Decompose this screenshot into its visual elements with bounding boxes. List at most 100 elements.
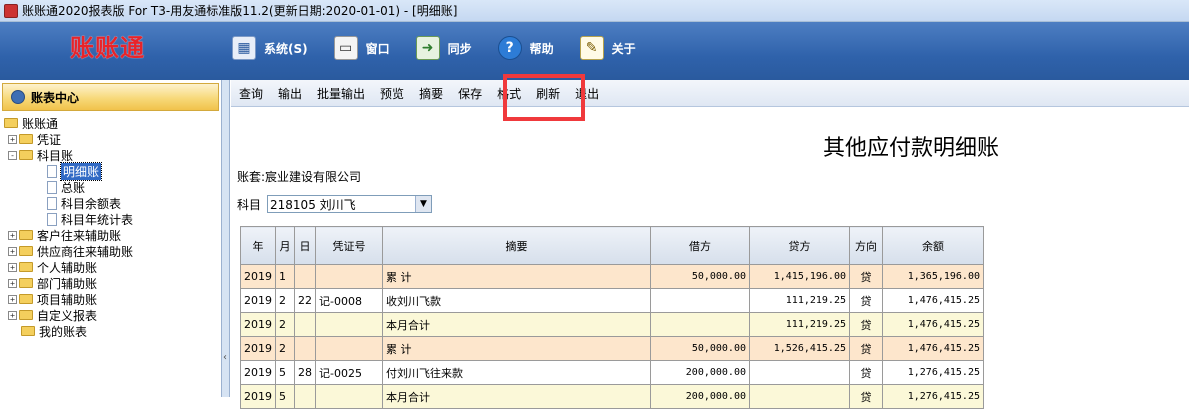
save-button[interactable]: 保存 (458, 85, 482, 102)
report-center-header: 账表中心 (2, 83, 219, 111)
table-row[interactable]: 2019 5 28 记-0025 付刘川飞往来款 200,000.00 贷 1,276,415… (240, 360, 984, 385)
tree-node-general[interactable]: 总账 (0, 179, 221, 195)
table-row[interactable]: 2019 2 累 计 50,000.00 1,526,415.25 贷 1,476,415.… (240, 336, 984, 361)
tree-label-yearly: 科目年统计表 (61, 212, 134, 227)
window-titlebar: 账账通2020报表版 For T3-用友通标准版11.2(更新日期:2020-0… (0, 0, 1189, 22)
expand-icon[interactable]: + (8, 262, 17, 272)
export-button[interactable]: 输出 (278, 85, 302, 102)
menu-system[interactable]: ▦ 系统(S) (232, 36, 308, 60)
preview-button[interactable]: 预览 (380, 85, 404, 102)
tree-node-detail[interactable]: 明细账 (0, 161, 221, 181)
main-menu: ▦ 系统(S) ▭ 窗口 ➜ 同步 ? 帮助 ✎ 关于 (232, 36, 662, 60)
tree-label-custom: 自定义报表 (37, 308, 98, 323)
expand-icon[interactable]: + (8, 230, 17, 240)
format-button[interactable]: 格式 (497, 85, 521, 102)
cell-year: 2019 (240, 264, 276, 289)
exit-button[interactable]: 退出 (575, 85, 599, 102)
cell-dir: 贷 (849, 264, 883, 289)
cell-voucher (315, 336, 383, 361)
folder-icon (19, 134, 33, 144)
tree-node-supplier[interactable]: + 供应商往来辅助账 (0, 243, 221, 259)
table-row[interactable]: 2019 2 本月合计 111,219.25 贷 1,476,415.25 (240, 312, 984, 337)
collapse-icon[interactable]: - (8, 150, 17, 160)
tree-node-department[interactable]: + 部门辅助账 (0, 275, 221, 291)
cell-year: 2019 (240, 336, 276, 361)
cell-dir: 贷 (849, 360, 883, 385)
header-direction: 方向 (849, 226, 883, 265)
expand-icon[interactable]: + (8, 310, 17, 320)
menu-sync[interactable]: ➜ 同步 (415, 36, 472, 60)
tree-node-personal[interactable]: + 个人辅助账 (0, 259, 221, 275)
menu-help-label: 帮助 (529, 41, 554, 56)
cell-year: 2019 (240, 288, 276, 313)
cell-day (294, 264, 316, 289)
cell-day: 22 (294, 288, 316, 313)
cell-balance: 1,365,196.00 (882, 264, 984, 289)
report-center-title: 账表中心 (31, 90, 80, 105)
tree-node-yearly[interactable]: 科目年统计表 (0, 211, 221, 227)
header-month: 月 (275, 226, 295, 265)
tree-node-root[interactable]: 账账通 (0, 115, 221, 131)
menu-sync-label: 同步 (447, 41, 472, 56)
tree-node-subject-ledger[interactable]: - 科目账 (0, 147, 221, 163)
cell-dir: 贷 (849, 312, 883, 337)
tree-label-customer: 客户往来辅助账 (37, 228, 122, 243)
tree-label-voucher: 凭证 (37, 132, 62, 147)
summary-button[interactable]: 摘要 (419, 85, 443, 102)
table-row[interactable]: 2019 1 累 计 50,000.00 1,415,196.00 贷 1,365,196.… (240, 264, 984, 289)
subject-select-value: 218105 刘川飞 (270, 197, 356, 212)
cell-dir: 贷 (849, 288, 883, 313)
account-label: 账套:宸业建设有限公司 (237, 170, 362, 184)
window-icon: ▭ (333, 36, 358, 60)
document-icon (47, 164, 57, 178)
collapse-arrow-icon[interactable]: ‹ (223, 352, 227, 363)
cell-voucher (315, 264, 383, 289)
system-icon: ▦ (232, 36, 256, 60)
cell-credit: 1,526,415.25 (749, 336, 850, 361)
cell-debit (650, 288, 750, 313)
cell-summary: 收刘川飞款 (382, 288, 651, 313)
ledger-table: 年 月 日 凭证号 摘要 借方 贷方 方向 余额 2019 1 累 计 50,000.… (240, 226, 984, 409)
report-center-panel: 账表中心 账账通 + 凭证 - 科目账 明细账 总账 科目余额表 科目年统计表 … (0, 80, 222, 397)
header-balance: 余额 (882, 226, 984, 265)
subject-label: 科目 (237, 197, 262, 212)
tree-node-balance[interactable]: 科目余额表 (0, 195, 221, 211)
subject-row: 科目 218105 刘川飞 ▼ (237, 195, 433, 213)
cell-voucher (315, 312, 383, 337)
expand-icon[interactable]: + (8, 246, 17, 256)
cell-month: 2 (275, 288, 295, 313)
menu-window[interactable]: ▭ 窗口 (333, 36, 390, 60)
dropdown-arrow-icon[interactable]: ▼ (415, 196, 432, 212)
menu-help[interactable]: ? 帮助 (497, 36, 554, 60)
tree-node-voucher[interactable]: + 凭证 (0, 131, 221, 147)
header-day: 日 (294, 226, 316, 265)
folder-icon (19, 246, 33, 256)
app-logo: 账账通 (70, 34, 145, 62)
report-toolbar: 查询 输出 批量输出 预览 摘要 保存 格式 刷新 退出 (231, 74, 1189, 121)
cell-summary: 累 计 (382, 264, 651, 289)
tree-node-customer[interactable]: + 客户往来辅助账 (0, 227, 221, 243)
folder-icon (19, 294, 33, 304)
detail-ledger-panel: 查询 输出 批量输出 预览 摘要 保存 格式 刷新 退出 其他应付款明细账 账套… (231, 74, 1189, 409)
batch-export-button[interactable]: 批量输出 (317, 85, 365, 102)
cell-credit: 111,219.25 (749, 312, 850, 337)
tree-label-department: 部门辅助账 (37, 276, 98, 291)
tree-node-mine[interactable]: 我的账表 (0, 323, 221, 339)
cell-month: 5 (275, 360, 295, 385)
expand-icon[interactable]: + (8, 294, 17, 304)
tree-node-project[interactable]: + 项目辅助账 (0, 291, 221, 307)
menu-about[interactable]: ✎ 关于 (579, 36, 636, 60)
expand-icon[interactable]: + (8, 134, 17, 144)
panel-splitter[interactable]: ‹ (222, 80, 230, 397)
cell-balance: 1,476,415.25 (882, 336, 984, 361)
header-banner: 账账通 ▦ 系统(S) ▭ 窗口 ➜ 同步 ? 帮助 ✎ 关于 (0, 22, 1189, 80)
query-button[interactable]: 查询 (239, 85, 263, 102)
subject-select[interactable]: 218105 刘川飞 ▼ (267, 195, 433, 213)
tree-node-custom[interactable]: + 自定义报表 (0, 307, 221, 323)
expand-icon[interactable]: + (8, 278, 17, 288)
table-row[interactable]: 2019 2 22 记-0008 收刘川飞款 111,219.25 贷 1,476,415.2… (240, 288, 984, 313)
refresh-button[interactable]: 刷新 (536, 85, 560, 102)
tree-label-balance: 科目余额表 (61, 196, 122, 211)
folder-open-icon (19, 150, 33, 160)
cell-credit: 111,219.25 (749, 288, 850, 313)
